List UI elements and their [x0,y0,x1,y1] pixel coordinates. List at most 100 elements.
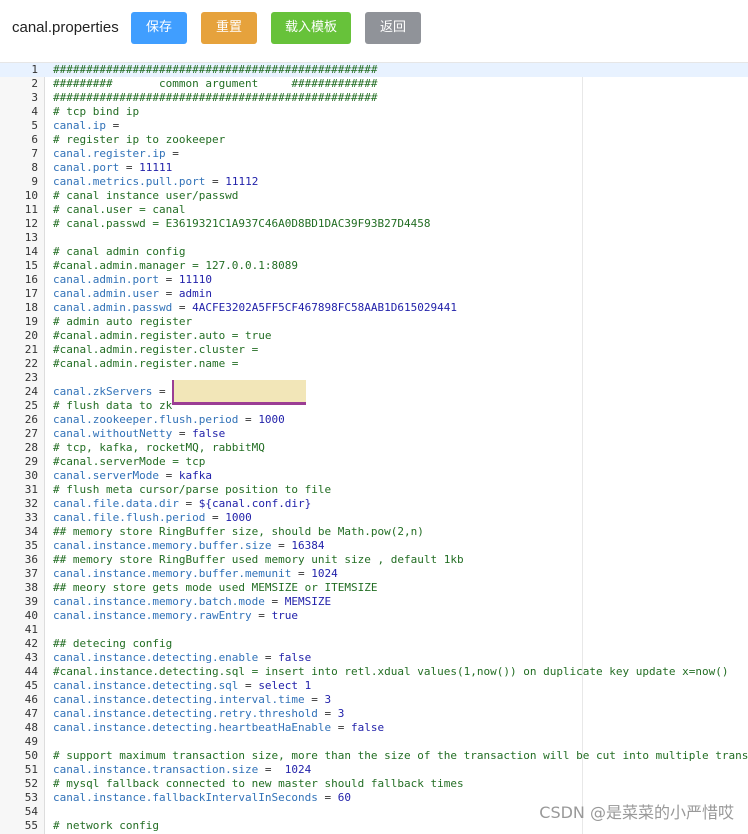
code-line[interactable]: 10 # canal instance user/passwd [0,189,748,203]
line-number: 49 [24,735,38,748]
code-line[interactable]: 13 [0,231,748,245]
code-line[interactable]: 37 canal.instance.memory.buffer.memunit =… [0,567,748,581]
code-line[interactable]: 5 canal.ip = [0,119,748,133]
save-button[interactable]: 保存 [131,12,187,44]
comment-text: # mysql fallback connected to new master… [53,777,464,790]
line-number: 31 [24,483,38,496]
code-lines[interactable]: 1 #######################################… [0,63,748,833]
code-line[interactable]: 31 # flush meta cursor/parse position to … [0,483,748,497]
code-line[interactable]: 17 canal.admin.user = admin [0,287,748,301]
equals-operator: = [317,791,338,804]
code-line[interactable]: 27 canal.withoutNetty = false [0,427,748,441]
equals-operator: = [172,301,193,314]
code-line[interactable]: 30 canal.serverMode = kafka [0,469,748,483]
code-line[interactable]: 1 #######################################… [0,63,748,77]
line-content: canal.serverMode = kafka [53,469,212,483]
code-line[interactable]: 40 canal.instance.memory.rawEntry = true [0,609,748,623]
line-number: 50 [24,749,38,762]
equals-operator: = [271,539,292,552]
line-content: ## meory store gets mode used MEMSIZE or… [53,581,378,595]
code-line[interactable]: 50 # support maximum transaction size, mo… [0,749,748,763]
code-line[interactable]: 36 ## memory store RingBuffer used memory… [0,553,748,567]
property-value: 11110 [178,273,212,286]
property-value: 3 [324,693,332,706]
line-content: canal.instance.memory.buffer.size = 1638… [53,539,325,553]
code-line[interactable]: 11 # canal.user = canal [0,203,748,217]
property-key: canal.withoutNetty [53,427,173,440]
code-line[interactable]: 7 canal.register.ip = [0,147,748,161]
code-line[interactable]: 20 #canal.admin.register.auto = true [0,329,748,343]
reset-button[interactable]: 重置 [201,12,257,44]
code-line[interactable]: 35 canal.instance.memory.buffer.size = 16… [0,539,748,553]
code-line[interactable]: 23 [0,371,748,385]
code-line[interactable]: 24 canal.zkServers = [0,385,748,399]
code-line[interactable]: 46 canal.instance.detecting.interval.time… [0,693,748,707]
code-line[interactable]: 25 # flush data to zk [0,399,748,413]
line-content: #canal.admin.register.name = [53,357,238,371]
line-number: 21 [24,343,38,356]
line-number: 43 [24,651,38,664]
back-button[interactable]: 返回 [365,12,421,44]
code-line[interactable]: 19 # admin auto register [0,315,748,329]
line-content: canal.instance.detecting.sql = select 1 [53,679,311,693]
code-line[interactable]: 42 ## detecing config [0,637,748,651]
code-line[interactable]: 33 canal.file.flush.period = 1000 [0,511,748,525]
code-line[interactable]: 15 #canal.admin.manager = 127.0.0.1:8089 [0,259,748,273]
line-number: 5 [31,119,38,132]
property-key: canal.instance.detecting.enable [53,651,259,664]
code-editor[interactable]: 1 #######################################… [0,62,748,834]
load-template-button[interactable]: 载入模板 [271,12,351,44]
code-line[interactable]: 16 canal.admin.port = 11110 [0,273,748,287]
code-line[interactable]: 6 # register ip to zookeeper [0,133,748,147]
comment-text: ## memory store RingBuffer size, should … [53,525,424,538]
code-line[interactable]: 32 canal.file.data.dir = ${canal.conf.dir… [0,497,748,511]
code-line[interactable]: 21 #canal.admin.register.cluster = [0,343,748,357]
code-line[interactable]: 29 #canal.serverMode = tcp [0,455,748,469]
code-line[interactable]: 18 canal.admin.passwd = 4ACFE3202A5FF5CF4… [0,301,748,315]
code-line[interactable]: 2 ######### common argument ############# [0,77,748,91]
property-key: canal.instance.memory.rawEntry [53,609,252,622]
code-line[interactable]: 49 [0,735,748,749]
equals-operator: = [165,147,186,160]
line-content: canal.zookeeper.flush.period = 1000 [53,413,285,427]
code-line[interactable]: 48 canal.instance.detecting.heartbeatHaEn… [0,721,748,735]
code-line[interactable]: 34 ## memory store RingBuffer size, shoul… [0,525,748,539]
code-line[interactable]: 4 # tcp bind ip [0,105,748,119]
comment-text: # tcp bind ip [53,105,140,118]
code-line[interactable]: 9 canal.metrics.pull.port = 11112 [0,175,748,189]
code-line[interactable]: 52 # mysql fallback connected to new mast… [0,777,748,791]
code-line[interactable]: 22 #canal.admin.register.name = [0,357,748,371]
line-number: 4 [31,105,38,118]
line-number: 47 [24,707,38,720]
equals-operator: = [158,273,179,286]
line-number: 30 [24,469,38,482]
line-content: # tcp, kafka, rocketMQ, rabbitMQ [53,441,265,455]
code-line[interactable]: 41 [0,623,748,637]
code-line[interactable]: 45 canal.instance.detecting.sql = select … [0,679,748,693]
line-content: canal.zkServers = [53,385,172,399]
line-content: canal.instance.detecting.heartbeatHaEnab… [53,721,384,735]
property-key: canal.admin.port [53,273,159,286]
comment-text: # network config [53,819,159,832]
code-line[interactable]: 8 canal.port = 11111 [0,161,748,175]
code-line[interactable]: 14 # canal admin config [0,245,748,259]
equals-operator: = [317,707,338,720]
code-line[interactable]: 26 canal.zookeeper.flush.period = 1000 [0,413,748,427]
comment-text: # register ip to zookeeper [53,133,226,146]
code-line[interactable]: 43 canal.instance.detecting.enable = fals… [0,651,748,665]
code-line[interactable]: 44 #canal.instance.detecting.sql = insert… [0,665,748,679]
code-line[interactable]: 38 ## meory store gets mode used MEMSIZE … [0,581,748,595]
code-line[interactable]: 51 canal.instance.transaction.size = 1024 [0,763,748,777]
property-key: canal.file.flush.period [53,511,206,524]
code-line[interactable]: 12 # canal.passwd = E3619321C1A937C46A0D8… [0,217,748,231]
code-line[interactable]: 3 #######################################… [0,91,748,105]
code-line[interactable]: 39 canal.instance.memory.batch.mode = MEM… [0,595,748,609]
line-content: canal.port = 11111 [53,161,172,175]
line-content: canal.file.flush.period = 1000 [53,511,252,525]
line-content: ## detecing config [53,637,172,651]
line-number: 44 [24,665,38,678]
property-value: kafka [178,469,212,482]
code-line[interactable]: 47 canal.instance.detecting.retry.thresho… [0,707,748,721]
line-content: #canal.serverMode = tcp [53,455,205,469]
code-line[interactable]: 28 # tcp, kafka, rocketMQ, rabbitMQ [0,441,748,455]
